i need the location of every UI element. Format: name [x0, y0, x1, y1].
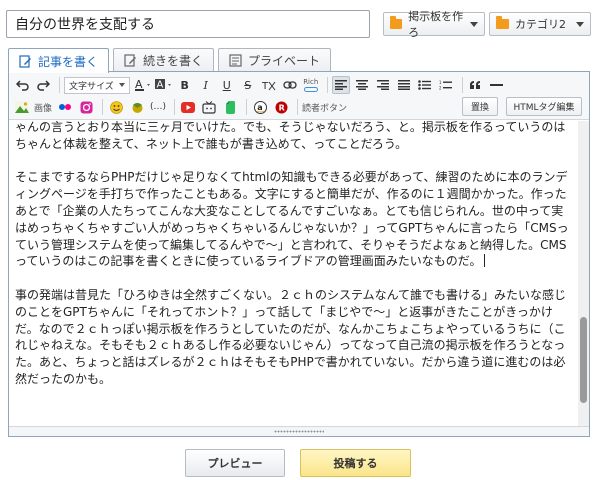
paragraph-text: そこまでするならPHPだけじゃ足りなくてhtmlの知識もできる必要があって、練習…	[15, 170, 569, 269]
align-center-icon[interactable]	[353, 76, 371, 94]
tab-write-article[interactable]: 記事を書く	[8, 48, 110, 73]
clear-format-icon[interactable]: T	[260, 76, 278, 94]
chevron-down-icon	[118, 83, 125, 87]
youtube-icon[interactable]	[179, 98, 197, 116]
post-button[interactable]: 投稿する	[300, 449, 411, 477]
toolbar-divider	[326, 77, 328, 93]
board-dropdown-label: 掲示板を作ろ	[408, 10, 464, 39]
toolbar-row-1: 文字サイズ A A B I U S T Rich 1 2	[13, 74, 509, 96]
gap-label: (…)	[150, 102, 167, 112]
html-edit-button[interactable]: HTMLタグ編集	[506, 97, 582, 116]
replace-button[interactable]: 置換	[462, 97, 498, 116]
rich-link-icon[interactable]: Rich	[302, 76, 320, 94]
preview-button[interactable]: プレビュー	[185, 449, 285, 477]
rich-label: Rich	[303, 77, 319, 86]
toolbar-row-2: 画像 (…) a R 読者ボタン	[13, 96, 351, 118]
reader-button[interactable]: 読者ボタン	[302, 101, 347, 114]
emoji-icon[interactable]	[107, 98, 125, 116]
pencil-icon	[19, 54, 31, 68]
toolbar-divider	[461, 77, 463, 93]
toolbar-divider	[297, 99, 299, 115]
evernote-icon[interactable]	[221, 98, 239, 116]
redo-icon[interactable]	[34, 76, 52, 94]
editor-tabs: 記事を書く 続きを書く プライベート	[8, 48, 335, 73]
quote-icon[interactable]	[467, 76, 485, 94]
link-icon[interactable]	[281, 76, 299, 94]
font-size-label: 文字サイズ	[69, 81, 114, 92]
tab-private[interactable]: プライベート	[218, 48, 332, 71]
bold-icon[interactable]: B	[176, 76, 194, 94]
category-dropdown-label: カテゴリ2	[515, 18, 566, 31]
flickr-icon[interactable]	[56, 98, 74, 116]
chevron-down-icon	[576, 21, 584, 27]
text-color-icon[interactable]: A	[134, 76, 152, 94]
editor-toolbar: 文字サイズ A A B I U S T Rich 1 2 画像 (…) a R …	[9, 72, 589, 120]
amazon-icon[interactable]: a	[251, 98, 269, 116]
align-right-icon[interactable]	[374, 76, 392, 94]
tab-label: プライベート	[248, 53, 321, 68]
tab-label: 続きを書く	[143, 53, 204, 68]
svg-text:A: A	[156, 80, 163, 91]
scrollbar-thumb[interactable]	[580, 317, 587, 403]
undo-icon[interactable]	[13, 76, 31, 94]
board-dropdown[interactable]: 掲示板を作ろ	[383, 10, 485, 39]
paragraph: そこまでするならPHPだけじゃ足りなくてhtmlの知識もできる必要があって、練習…	[15, 169, 573, 270]
folder-icon	[390, 16, 403, 29]
align-left-icon[interactable]	[331, 76, 350, 94]
font-size-select[interactable]: 文字サイズ	[64, 76, 130, 94]
paragraph: 事の発端は昔見た「ひろゆきは全然すごくない。２ｃｈのシステムなんて誰でも書ける」…	[15, 287, 567, 386]
svg-text:R: R	[278, 103, 284, 112]
text-cursor	[484, 254, 486, 268]
strikethrough-icon[interactable]: S	[239, 76, 257, 94]
post-label: 投稿する	[333, 457, 378, 470]
bullet-list-icon[interactable]	[416, 76, 434, 94]
toolbar-divider	[102, 99, 104, 115]
title-input-value: 自分の世界を支配する	[15, 17, 155, 33]
editor-scrollbar[interactable]	[578, 121, 589, 426]
toolbar-divider	[174, 99, 176, 115]
background-color-icon[interactable]: A	[154, 76, 173, 94]
svg-text:T: T	[262, 81, 269, 91]
editor-content[interactable]: ゃんの言うとおり本当に三ヶ月でいけた。でも、そうじゃないだろう、と。掲示板を作る…	[9, 121, 579, 427]
chevron-down-icon	[470, 21, 478, 27]
tv-icon[interactable]	[200, 98, 218, 116]
numbered-list-icon[interactable]: 12	[437, 76, 455, 94]
document-icon	[229, 53, 242, 67]
align-justify-icon[interactable]	[395, 76, 413, 94]
tab-continue[interactable]: 続きを書く	[113, 48, 215, 71]
replace-label: 置換	[470, 103, 489, 113]
title-input[interactable]: 自分の世界を支配する	[6, 10, 370, 38]
underline-icon[interactable]: U	[218, 76, 236, 94]
grip-icon	[274, 430, 324, 433]
category-dropdown[interactable]: カテゴリ2	[489, 12, 591, 36]
svg-text:a: a	[257, 103, 262, 112]
gap-icon[interactable]: (…)	[149, 98, 167, 116]
tab-label: 記事を書く	[38, 54, 99, 69]
svg-text:2: 2	[439, 86, 442, 91]
edit-icon	[124, 53, 137, 67]
image-icon[interactable]	[13, 98, 31, 116]
paragraph: ゃんの言うとおり本当に三ヶ月でいけた。でも、そうじゃないだろう、と。掲示板を作る…	[15, 121, 566, 151]
image-label: 画像	[34, 103, 53, 114]
editor-resize-handle[interactable]	[9, 426, 589, 436]
sticker-icon[interactable]	[128, 98, 146, 116]
horizontal-rule-icon[interactable]	[488, 76, 506, 94]
instagram-icon[interactable]	[77, 98, 95, 116]
svg-text:1: 1	[439, 80, 442, 85]
editor: 文字サイズ A A B I U S T Rich 1 2 画像 (…) a R …	[8, 71, 590, 437]
italic-icon[interactable]: I	[197, 76, 215, 94]
rakuten-icon[interactable]: R	[272, 98, 290, 116]
preview-label: プレビュー	[207, 457, 263, 470]
folder-icon	[496, 16, 509, 29]
toolbar-divider	[59, 77, 60, 93]
toolbar-divider	[246, 99, 248, 115]
html-edit-label: HTMLタグ編集	[513, 103, 575, 113]
